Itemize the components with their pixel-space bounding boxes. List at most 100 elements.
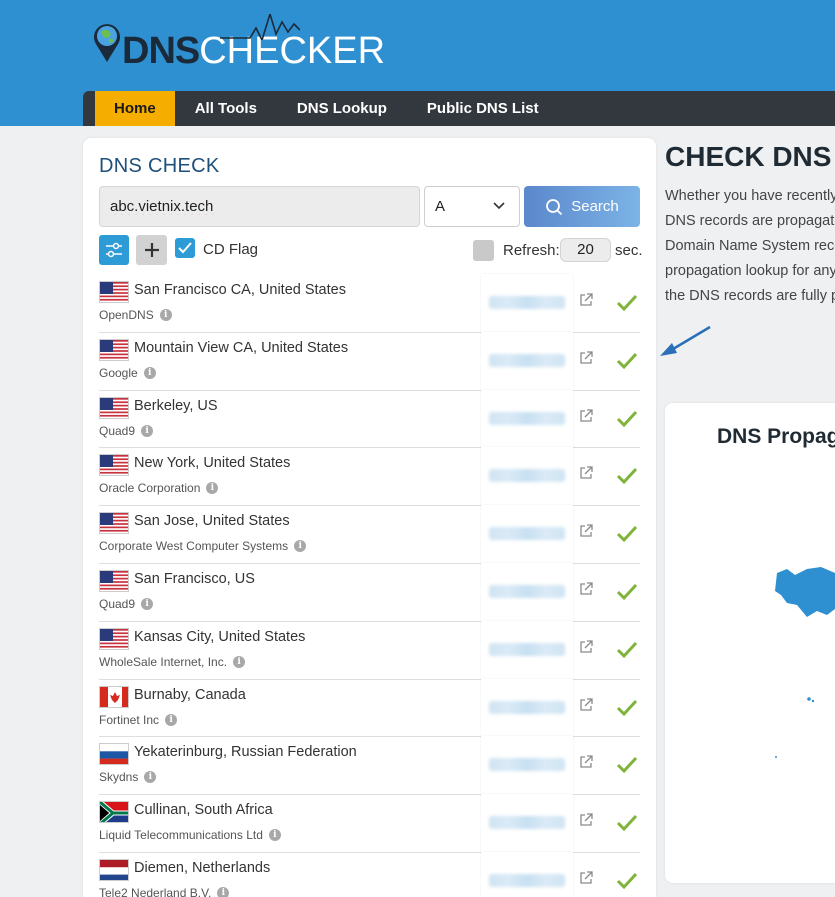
blurred-ip-value	[489, 353, 565, 367]
resolved-ip-cell	[481, 447, 573, 507]
external-link-icon[interactable]	[579, 582, 593, 596]
page-title: DNS CHECK	[99, 155, 220, 177]
us-flag-icon	[99, 281, 129, 303]
server-provider: Liquid Telecommunications Ltd i	[99, 828, 281, 842]
result-row: Yekaterinburg, Russian Federation Skydns i	[99, 736, 640, 796]
nav-public-dns-list[interactable]: Public DNS List	[407, 91, 559, 126]
provider-name: OpenDNS	[99, 308, 154, 322]
info-icon[interactable]: i	[233, 655, 246, 668]
resolved-ip-cell	[481, 562, 573, 622]
info-icon[interactable]: i	[141, 597, 154, 610]
site-header: DNSCHECKER Home All Tools DNS Lookup Pub…	[0, 0, 835, 126]
pulse-line-icon	[220, 14, 300, 40]
blurred-ip-value	[489, 527, 565, 541]
info-icon[interactable]: i	[141, 424, 154, 437]
success-check-icon	[616, 583, 638, 601]
success-check-icon	[616, 294, 638, 312]
external-link-icon[interactable]	[579, 871, 593, 885]
external-link-icon[interactable]	[579, 813, 593, 827]
blurred-ip-value	[489, 642, 565, 656]
blurred-ip-value	[489, 873, 565, 887]
logo-dns-text: DNS	[122, 30, 200, 72]
external-link-icon[interactable]	[579, 466, 593, 480]
us-flag-icon	[99, 396, 129, 419]
nav-dns-lookup[interactable]: DNS Lookup	[277, 91, 407, 126]
cd-flag-checkbox[interactable]	[175, 238, 195, 258]
canada-flag-icon	[99, 685, 129, 708]
server-location: Yekaterinburg, Russian Federation	[134, 744, 357, 761]
settings-button[interactable]	[99, 235, 129, 265]
external-link-icon[interactable]	[579, 697, 593, 712]
info-icon[interactable]: i	[159, 309, 172, 321]
resolved-ip-cell	[481, 331, 573, 391]
cd-flag-label: CD Flag	[203, 241, 259, 258]
info-icon[interactable]: i	[206, 482, 219, 495]
nav-all-tools[interactable]: All Tools	[175, 91, 277, 126]
us-flag-icon	[99, 627, 129, 650]
server-location: Cullinan, South Africa	[134, 802, 273, 819]
blurred-ip-value	[489, 469, 565, 483]
server-location: New York, United States	[134, 455, 291, 472]
provider-name: WholeSale Internet, Inc.	[99, 654, 228, 669]
success-check-icon	[616, 641, 638, 658]
refresh-unit-label: sec.	[615, 242, 643, 259]
resolved-ip-cell	[481, 274, 573, 333]
intro-line: DNS records are propagate	[665, 213, 835, 229]
refresh-interval-input[interactable]: 20	[560, 238, 611, 262]
search-icon	[546, 198, 563, 215]
info-icon[interactable]: i	[294, 540, 307, 553]
resolved-ip-cell	[481, 851, 573, 897]
south-africa-flag-icon	[99, 801, 129, 824]
globe-pin-icon	[94, 24, 120, 62]
server-location: Kansas City, United States	[134, 628, 306, 645]
record-type-select[interactable]: A	[424, 186, 520, 227]
result-row: San Francisco, US Quad9 i	[99, 562, 640, 622]
info-icon[interactable]: i	[165, 713, 178, 726]
us-flag-icon	[99, 569, 129, 592]
info-icon[interactable]: i	[143, 366, 156, 379]
main-nav: Home All Tools DNS Lookup Public DNS Lis…	[83, 91, 835, 126]
add-server-button[interactable]	[136, 235, 167, 265]
refresh-label: Refresh:	[503, 242, 560, 259]
nav-home[interactable]: Home	[95, 91, 175, 126]
russia-flag-icon	[99, 743, 129, 766]
provider-name: Quad9	[99, 423, 136, 438]
result-row: Mountain View CA, United States Google i	[99, 331, 640, 391]
success-check-icon	[616, 410, 638, 427]
domain-input[interactable]	[99, 186, 420, 227]
search-button[interactable]: Search	[524, 186, 640, 227]
blurred-ip-value	[489, 584, 565, 598]
resolved-ip-cell	[481, 678, 573, 738]
external-link-icon[interactable]	[579, 351, 593, 365]
resolved-ip-cell	[481, 794, 573, 854]
checkmark-icon	[178, 242, 192, 254]
propagation-map-card: DNS Propag	[665, 403, 835, 883]
info-icon[interactable]: i	[217, 886, 230, 897]
external-link-icon[interactable]	[579, 755, 593, 769]
info-icon[interactable]: i	[268, 829, 281, 842]
refresh-checkbox[interactable]	[473, 240, 494, 261]
server-location: Burnaby, Canada	[134, 686, 246, 703]
external-link-icon[interactable]	[579, 408, 593, 423]
info-icon[interactable]: i	[144, 771, 157, 784]
external-link-icon[interactable]	[579, 293, 593, 307]
blurred-ip-value	[489, 296, 565, 309]
server-location: Diemen, Netherlands	[134, 859, 271, 876]
blurred-ip-value	[489, 700, 565, 714]
intro-paragraph: Whether you have recently DNS records ar…	[665, 184, 835, 309]
server-provider: Corporate West Computer Systems i	[99, 539, 307, 554]
resolved-ip-cell	[481, 620, 573, 680]
external-link-icon[interactable]	[579, 640, 593, 654]
external-link-icon[interactable]	[579, 524, 593, 538]
provider-name: Corporate West Computer Systems	[99, 539, 289, 554]
server-location: San Francisco, US	[134, 570, 255, 587]
world-map-fragment	[775, 567, 835, 758]
blurred-ip-value	[489, 816, 565, 830]
intro-line: propagation lookup for any	[665, 263, 835, 279]
netherlands-flag-icon	[99, 858, 129, 881]
plus-icon	[144, 243, 159, 257]
server-location: San Jose, United States	[134, 513, 290, 530]
success-check-icon	[616, 872, 638, 890]
result-row: Kansas City, United States WholeSale Inte…	[99, 620, 640, 680]
results-list: San Francisco CA, United States OpenDNS i M…	[99, 274, 640, 897]
